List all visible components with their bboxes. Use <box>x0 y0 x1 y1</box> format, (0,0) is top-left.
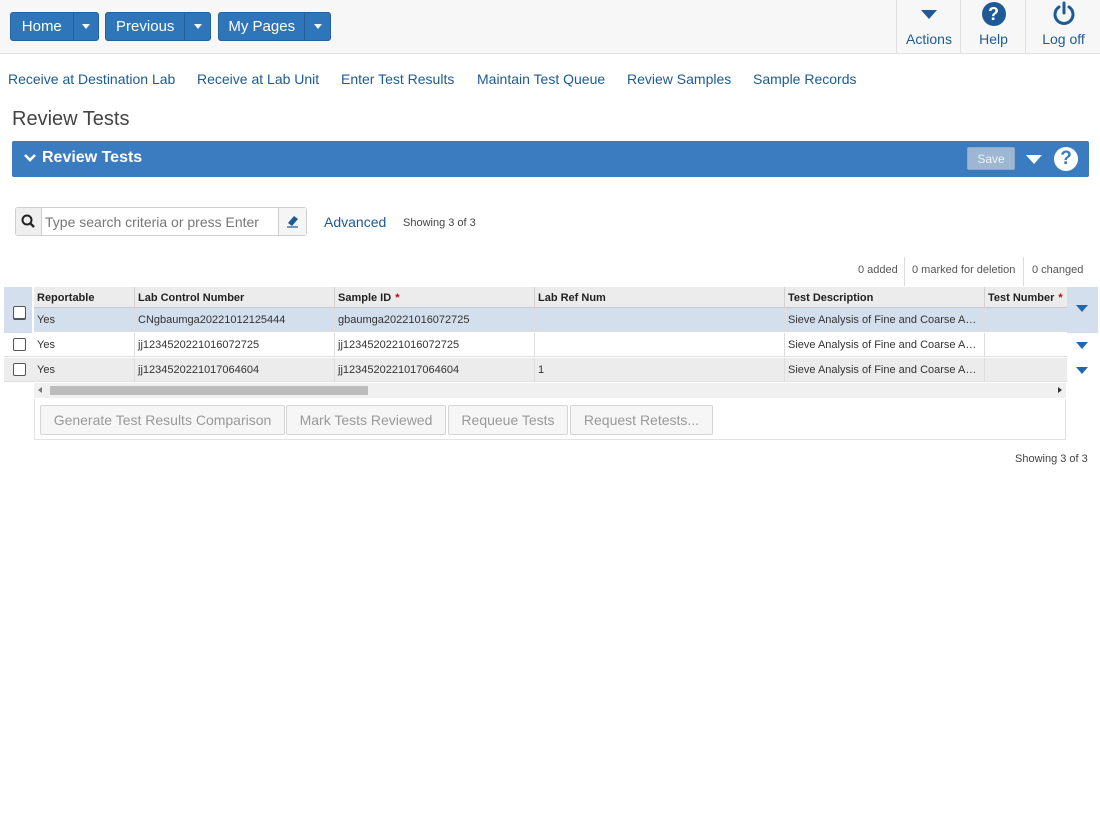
chevron-down-icon[interactable] <box>24 152 36 164</box>
power-icon <box>1053 1 1074 25</box>
my-pages-dropdown-caret[interactable] <box>304 13 330 40</box>
actions-button[interactable]: Actions <box>896 0 961 53</box>
horizontal-scrollbar[interactable] <box>34 383 1066 398</box>
caret-down-icon <box>921 10 937 19</box>
request-retests-button[interactable]: Request Retests... <box>570 405 713 435</box>
panel-help-icon[interactable]: ? <box>1054 147 1078 171</box>
link-receive-at-lab-unit[interactable]: Receive at Lab Unit <box>197 71 319 87</box>
row-checkbox[interactable] <box>13 338 26 351</box>
row-actions-caret-icon[interactable] <box>1076 367 1088 374</box>
logoff-button[interactable]: Log off <box>1025 0 1100 53</box>
chevron-down-icon <box>313 24 322 29</box>
scrollbar-thumb[interactable] <box>50 386 368 395</box>
actions-label: Actions <box>906 31 952 47</box>
top-bar: Home Previous My Pages Actions ? Help Lo… <box>0 0 1100 54</box>
help-label: Help <box>979 31 1008 47</box>
home-button[interactable]: Home <box>11 13 73 40</box>
cell-lab-ref-num <box>534 333 784 357</box>
changed-count: 0 changed <box>1032 264 1084 276</box>
col-lab-ref-num[interactable]: Lab Ref Num <box>534 287 784 307</box>
required-marker: * <box>395 292 400 304</box>
cell-test-description: Sieve Analysis of Fine and Coarse Aggreg… <box>784 308 984 332</box>
search-box <box>15 207 307 236</box>
col-sample-id[interactable]: Sample ID * <box>334 287 534 307</box>
cell-sample-id-link[interactable]: jj1234520221016072725 <box>334 333 534 357</box>
link-sample-records[interactable]: Sample Records <box>753 71 857 87</box>
col-reportable[interactable]: Reportable <box>34 287 134 307</box>
cell-reportable: Yes <box>37 314 55 326</box>
cell-lab-ref-num: 1 <box>534 358 784 382</box>
my-pages-button[interactable]: My Pages <box>219 13 304 40</box>
showing-count-top: Showing 3 of 3 <box>403 217 476 229</box>
cell-test-number <box>984 358 1067 382</box>
previous-dropdown-caret[interactable] <box>184 13 210 40</box>
row-actions-caret-icon[interactable] <box>1076 305 1088 312</box>
link-enter-test-results[interactable]: Enter Test Results <box>341 71 454 87</box>
col-test-number[interactable]: Test Number * <box>984 287 1067 307</box>
help-button[interactable]: ? Help <box>960 0 1026 53</box>
page-title: Review Tests <box>12 108 130 130</box>
generate-test-results-comparison-button[interactable]: Generate Test Results Comparison <box>40 405 285 435</box>
clear-search-button[interactable] <box>278 208 306 235</box>
cell-sample-id-link[interactable]: gbaumga20221016072725 <box>334 308 534 332</box>
col-test-number-label: Test Number <box>988 292 1055 304</box>
scroll-right-icon[interactable] <box>1058 387 1062 393</box>
cell-sample-id-link[interactable]: jj1234520221017064604 <box>334 358 534 382</box>
home-dropdown-caret[interactable] <box>72 13 98 40</box>
cell-lab-control-number: jj1234520221016072725 <box>134 333 334 357</box>
chevron-down-icon <box>193 24 202 29</box>
link-review-samples[interactable]: Review Samples <box>627 71 731 87</box>
panel-title: Review Tests <box>42 149 143 166</box>
row-actions-caret-icon[interactable] <box>1076 342 1088 349</box>
cell-test-description: Sieve Analysis of Fine and Coarse Aggreg… <box>784 358 984 382</box>
previous-split-button[interactable]: Previous <box>105 12 211 41</box>
tests-grid: Reportable Lab Control Number Sample ID *… <box>4 287 1098 382</box>
grid-actions-bar: Generate Test Results Comparison Mark Te… <box>34 399 1066 440</box>
divider <box>904 257 905 286</box>
cell-reportable: Yes <box>37 339 55 351</box>
eraser-icon <box>287 216 298 228</box>
help-icon: ? <box>981 2 1006 26</box>
deleted-count: 0 marked for deletion <box>912 264 1016 276</box>
cell-test-description: Sieve Analysis of Fine and Coarse Aggreg… <box>784 333 984 357</box>
col-test-description[interactable]: Test Description <box>784 287 984 307</box>
link-receive-at-destination-lab[interactable]: Receive at Destination Lab <box>8 71 175 87</box>
cell-lab-control-number: jj1234520221017064604 <box>134 358 334 382</box>
chevron-down-icon <box>81 24 90 29</box>
search-input[interactable] <box>43 210 282 234</box>
col-lab-control-number[interactable]: Lab Control Number <box>134 287 334 307</box>
mark-tests-reviewed-button[interactable]: Mark Tests Reviewed <box>286 405 446 435</box>
link-maintain-test-queue[interactable]: Maintain Test Queue <box>477 71 605 87</box>
requeue-tests-button[interactable]: Requeue Tests <box>448 405 568 435</box>
previous-button[interactable]: Previous <box>106 13 184 40</box>
cell-lab-ref-num <box>534 308 784 332</box>
showing-count-bottom: Showing 3 of 3 <box>1015 453 1088 465</box>
review-tests-panel-header[interactable]: Review Tests Save ? <box>12 141 1089 177</box>
divider <box>1023 257 1024 286</box>
required-marker: * <box>1058 292 1063 304</box>
save-button[interactable]: Save <box>967 147 1015 170</box>
cell-reportable: Yes <box>37 364 55 376</box>
my-pages-split-button[interactable]: My Pages <box>218 12 331 41</box>
cell-test-number <box>984 308 1067 332</box>
advanced-search-link[interactable]: Advanced <box>324 214 386 230</box>
panel-menu-caret-icon[interactable] <box>1026 155 1042 164</box>
search-button[interactable] <box>16 208 42 235</box>
home-split-button[interactable]: Home <box>10 12 99 41</box>
col-sample-id-label: Sample ID <box>338 292 392 304</box>
added-count: 0 added <box>858 264 898 276</box>
cell-lab-control-number: CNgbaumga20221012125444 <box>134 308 334 332</box>
search-icon <box>21 214 35 228</box>
logoff-label: Log off <box>1042 31 1085 47</box>
scroll-left-icon[interactable] <box>38 387 42 393</box>
row-checkbox[interactable] <box>13 306 26 319</box>
cell-test-number <box>984 333 1067 357</box>
row-checkbox[interactable] <box>13 363 26 376</box>
grid-header: Reportable Lab Control Number Sample ID *… <box>34 287 1067 308</box>
